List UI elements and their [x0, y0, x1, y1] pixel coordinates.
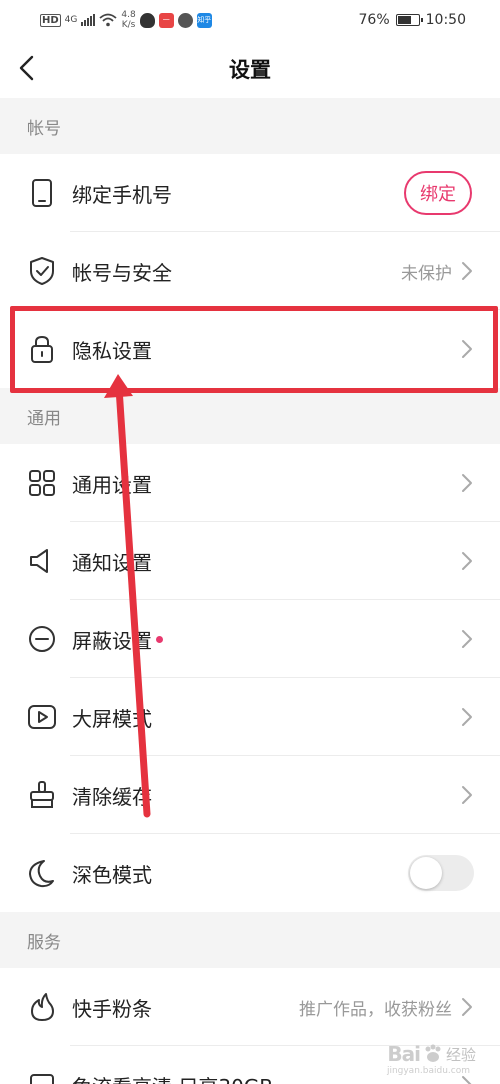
shield-check-icon	[30, 257, 54, 285]
row-right	[460, 338, 474, 360]
watermark-logo: Bai	[387, 1042, 421, 1066]
block-icon	[29, 626, 55, 652]
zhihu-app-icon: 知乎	[196, 12, 212, 28]
fans-promo-text: 推广作品，收获粉丝	[299, 999, 452, 1020]
row-block[interactable]: 屏蔽设置	[0, 600, 500, 678]
network-speed: 4.8 K/s	[121, 10, 135, 30]
row-label: 免流看高清 只享30GB	[72, 1071, 273, 1084]
row-clear-cache[interactable]: 清除缓存	[0, 756, 500, 834]
page-title: 设置	[229, 58, 271, 82]
gray-app-icon	[177, 12, 193, 28]
status-right: 76% 10:50	[359, 12, 466, 28]
watermark-text: 经验	[445, 1045, 476, 1064]
hd-indicator: HD	[40, 13, 61, 27]
moon-icon	[29, 860, 54, 888]
row-right	[460, 706, 474, 728]
dark-mode-toggle[interactable]	[408, 855, 474, 891]
play-screen-icon	[28, 705, 56, 729]
row-label: 绑定手机号	[72, 182, 172, 207]
chevron-right-icon	[462, 262, 472, 280]
chevron-right-icon	[462, 998, 472, 1016]
phone-icon	[32, 179, 52, 207]
row-label-text: 屏蔽设置	[72, 628, 152, 653]
row-right	[460, 550, 474, 572]
row-label: 屏蔽设置	[72, 625, 163, 654]
row-right	[460, 784, 474, 806]
toggle-knob	[410, 857, 442, 889]
section-label: 服务	[27, 932, 61, 953]
section-header-service: 服务	[0, 912, 500, 968]
network-type: 4G	[64, 14, 78, 25]
section-label: 通用	[27, 408, 61, 429]
bind-button[interactable]: 绑定	[404, 171, 472, 215]
chevron-right-icon	[462, 786, 472, 804]
red-app-icon: 一	[158, 12, 174, 28]
fire-icon	[31, 993, 54, 1021]
row-dark-mode: 深色模式	[0, 834, 500, 912]
battery-icon	[395, 14, 423, 26]
row-notification[interactable]: 通知设置	[0, 522, 500, 600]
row-account-security[interactable]: 帐号与安全 未保护	[0, 232, 500, 310]
chevron-right-icon	[462, 630, 472, 648]
section-header-general: 通用	[0, 388, 500, 444]
box-icon	[30, 1074, 54, 1084]
watermark-sub: jingyan.baidu.com	[386, 1066, 470, 1076]
row-right	[460, 628, 474, 650]
row-privacy[interactable]: 隐私设置	[0, 310, 500, 388]
row-label: 通知设置	[72, 550, 152, 575]
row-label: 深色模式	[72, 862, 152, 887]
brush-icon	[30, 781, 54, 808]
row-label: 清除缓存	[72, 784, 152, 809]
paw-icon	[425, 1044, 441, 1062]
row-kuaishou-fans[interactable]: 快手粉条 推广作品，收获粉丝	[0, 968, 500, 1046]
status-bar: HD 4G 4.8 K/s 一 知乎 76% 10:50	[0, 0, 500, 40]
row-label: 快手粉条	[72, 996, 152, 1021]
row-label: 隐私设置	[72, 338, 152, 363]
back-arrow-icon[interactable]	[12, 52, 44, 84]
battery-percent: 76%	[358, 12, 390, 28]
row-label: 大屏模式	[72, 706, 152, 731]
row-bind-phone[interactable]: 绑定手机号 绑定	[0, 154, 500, 232]
chevron-right-icon	[462, 552, 472, 570]
battery-fill	[397, 16, 412, 24]
row-general-settings[interactable]: 通用设置	[0, 444, 500, 522]
speed-value: 4.8	[121, 10, 136, 20]
shield-app-icon	[139, 12, 155, 28]
chevron-right-icon	[462, 340, 472, 358]
lock-icon	[31, 335, 53, 363]
row-label: 帐号与安全	[72, 260, 172, 285]
row-right: 未保护	[401, 259, 474, 284]
row-big-screen[interactable]: 大屏模式	[0, 678, 500, 756]
row-right: 推广作品，收获粉丝	[299, 995, 474, 1020]
chevron-right-icon	[462, 474, 472, 492]
security-status: 未保护	[401, 263, 452, 284]
chevron-right-icon	[462, 708, 472, 726]
speaker-icon	[30, 549, 48, 573]
wifi-icon	[99, 13, 117, 27]
new-badge-dot	[156, 635, 163, 643]
signal-icon	[81, 14, 96, 26]
status-left: HD 4G 4.8 K/s 一 知乎	[40, 10, 212, 30]
row-label: 通用设置	[72, 472, 152, 497]
grid-icon	[29, 470, 55, 496]
row-right	[460, 472, 474, 494]
section-header-account: 帐号	[0, 98, 500, 154]
speed-unit: K/s	[121, 20, 136, 30]
nav-bar: 设置	[0, 40, 500, 98]
status-time: 10:50	[425, 12, 466, 28]
baidu-watermark: Bai 经验 jingyan.baidu.com	[387, 1042, 476, 1076]
section-label: 帐号	[27, 118, 61, 139]
